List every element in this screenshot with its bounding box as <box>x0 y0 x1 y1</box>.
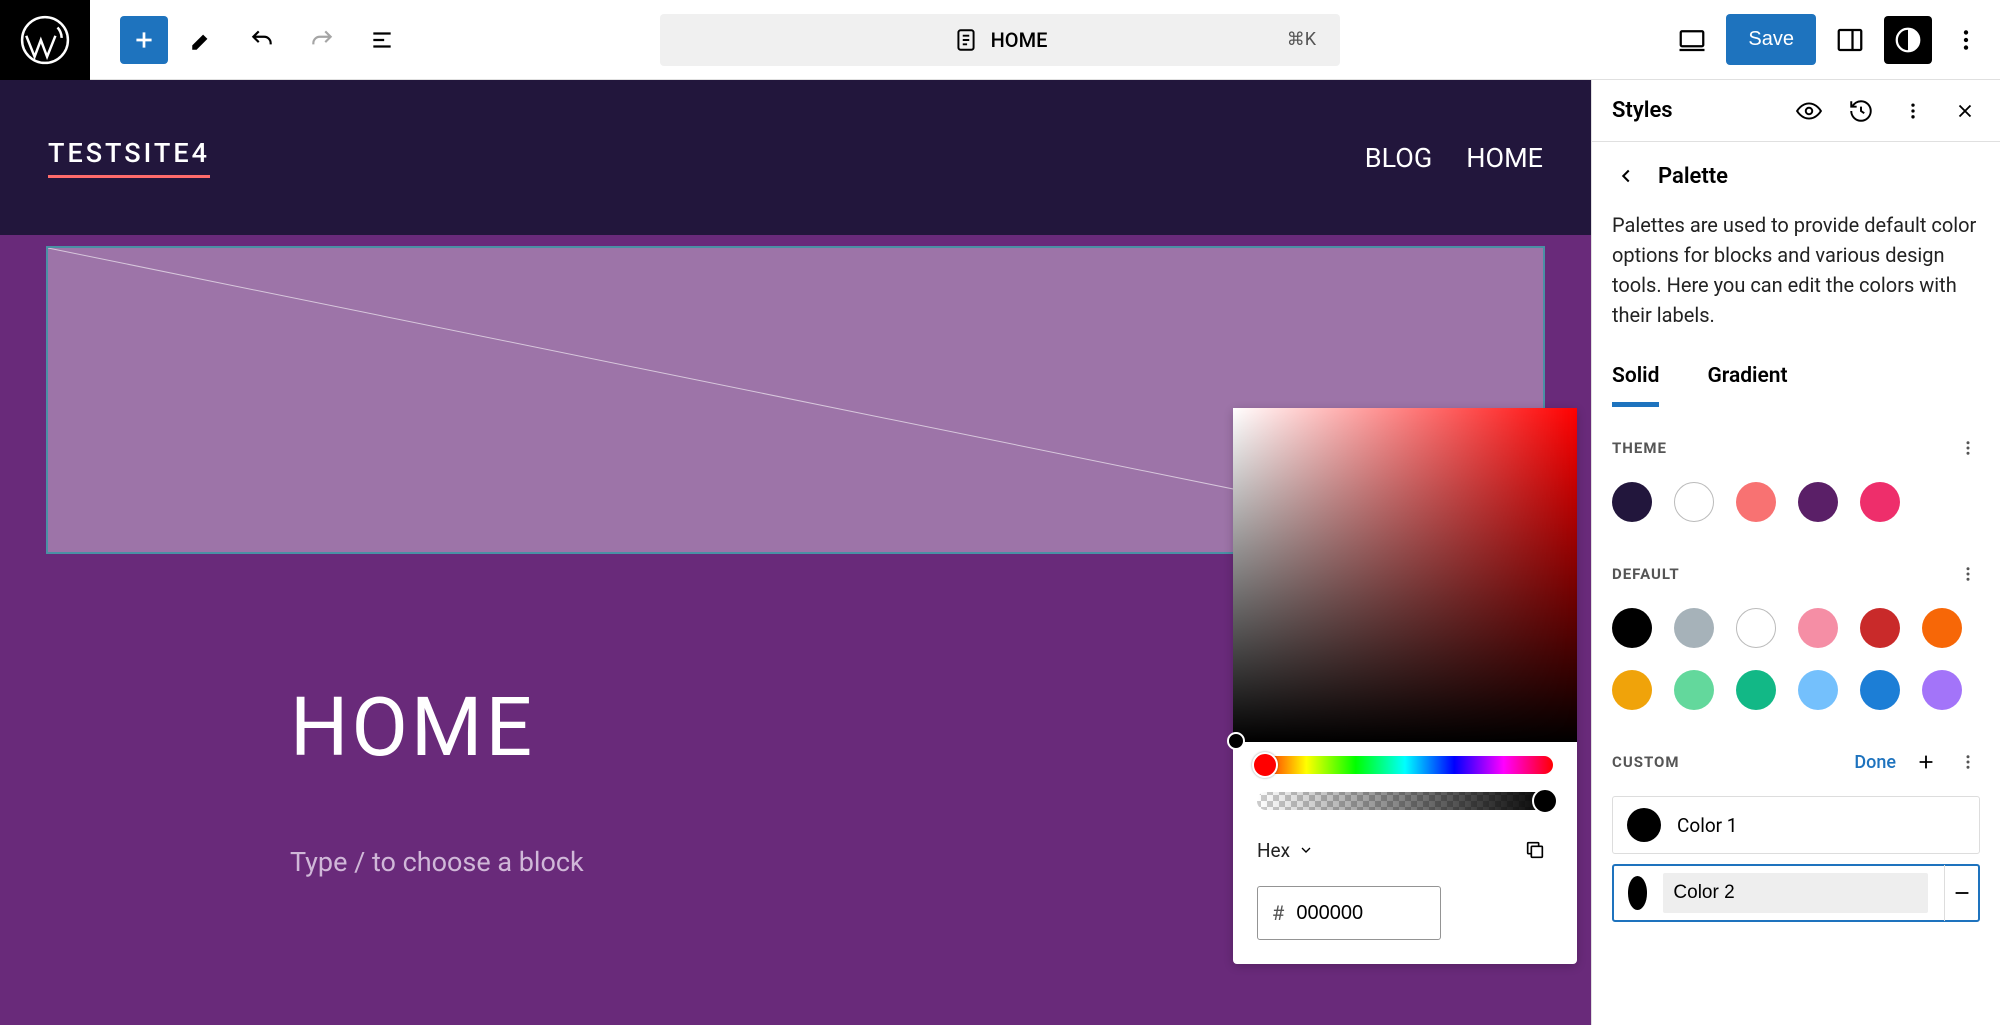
custom-color-row[interactable]: Color 1 <box>1612 796 1980 854</box>
default-swatch[interactable] <box>1860 608 1900 648</box>
chevron-down-icon <box>1298 842 1314 858</box>
document-overview-button[interactable] <box>358 16 406 64</box>
default-swatch[interactable] <box>1736 608 1776 648</box>
default-swatch[interactable] <box>1612 670 1652 710</box>
add-custom-color-button[interactable] <box>1914 750 1938 774</box>
alpha-slider[interactable] <box>1257 792 1553 810</box>
editor-canvas[interactable]: TESTSITE4 BLOG HOME HOME Type / to choos… <box>0 80 1591 1025</box>
redo-button[interactable] <box>298 16 346 64</box>
revisions-button[interactable] <box>1846 96 1876 126</box>
default-swatch[interactable] <box>1674 608 1714 648</box>
hex-input[interactable] <box>1296 902 1396 925</box>
close-sidebar-button[interactable] <box>1950 96 1980 126</box>
theme-swatch[interactable] <box>1860 482 1900 522</box>
document-bar[interactable]: HOME ⌘K <box>660 14 1340 66</box>
color-saturation-field[interactable] <box>1233 408 1577 742</box>
custom-done-button[interactable]: Done <box>1854 752 1896 773</box>
theme-swatch[interactable] <box>1798 482 1838 522</box>
theme-more-menu[interactable] <box>1956 436 1980 460</box>
top-toolbar: HOME ⌘K Save <box>0 0 2000 80</box>
panel-crumb: Palette <box>1658 164 1728 189</box>
default-swatch[interactable] <box>1922 608 1962 648</box>
custom-color-name: Color 1 <box>1677 814 1738 837</box>
document-title: HOME <box>991 28 1048 52</box>
custom-more-menu[interactable] <box>1956 750 1980 774</box>
site-title[interactable]: TESTSITE4 <box>48 137 210 178</box>
save-button[interactable]: Save <box>1726 14 1816 65</box>
alpha-thumb[interactable] <box>1532 788 1558 814</box>
theme-swatch[interactable] <box>1674 482 1714 522</box>
tab-gradient[interactable]: Gradient <box>1707 350 1787 407</box>
undo-button[interactable] <box>238 16 286 64</box>
custom-swatch[interactable] <box>1628 876 1647 910</box>
theme-swatch[interactable] <box>1612 482 1652 522</box>
default-swatch[interactable] <box>1860 670 1900 710</box>
default-swatch[interactable] <box>1674 670 1714 710</box>
copy-color-button[interactable] <box>1517 832 1553 868</box>
palette-tabs: Solid Gradient <box>1592 350 2000 408</box>
custom-color-name-input[interactable] <box>1663 873 1928 913</box>
remove-custom-color-button[interactable] <box>1944 865 1978 921</box>
default-more-menu[interactable] <box>1956 562 1980 586</box>
hex-input-wrapper: # <box>1257 886 1441 940</box>
back-button[interactable] <box>1612 162 1640 190</box>
section-custom-label: CUSTOM <box>1612 753 1680 771</box>
default-swatch[interactable] <box>1922 670 1962 710</box>
view-desktop-button[interactable] <box>1668 16 1716 64</box>
custom-swatch[interactable] <box>1627 808 1661 842</box>
section-default-label: DEFAULT <box>1612 565 1680 583</box>
wordpress-logo[interactable] <box>0 0 90 80</box>
edit-mode-button[interactable] <box>178 16 226 64</box>
nav-item-blog[interactable]: BLOG <box>1365 142 1432 174</box>
theme-swatch[interactable] <box>1736 482 1776 522</box>
panel-description: Palettes are used to provide default col… <box>1592 210 2000 350</box>
hue-thumb[interactable] <box>1252 752 1278 778</box>
nav-item-home[interactable]: HOME <box>1466 142 1543 174</box>
styles-sidebar: Styles Palette Palettes are used to prov… <box>1591 80 2000 1025</box>
site-navigation: BLOG HOME <box>1365 142 1543 174</box>
color-picker-popover: Hex # <box>1233 408 1577 964</box>
page-icon <box>953 27 979 53</box>
hue-slider[interactable] <box>1257 756 1553 774</box>
site-header: TESTSITE4 BLOG HOME <box>0 80 1591 235</box>
section-theme-label: THEME <box>1612 439 1667 457</box>
add-block-button[interactable] <box>120 16 168 64</box>
color-format-select[interactable]: Hex <box>1257 839 1314 862</box>
default-swatch[interactable] <box>1798 608 1838 648</box>
color-field-thumb[interactable] <box>1227 732 1245 750</box>
more-menu-button[interactable] <box>1942 16 1990 64</box>
settings-panel-toggle[interactable] <box>1826 16 1874 64</box>
custom-color-row[interactable] <box>1612 864 1980 922</box>
sidebar-title: Styles <box>1612 98 1673 123</box>
page-heading[interactable]: HOME <box>290 680 584 776</box>
block-appender-prompt[interactable]: Type / to choose a block <box>290 846 584 878</box>
command-palette-shortcut: ⌘K <box>1287 29 1316 50</box>
stylebook-button[interactable] <box>1794 96 1824 126</box>
styles-more-menu[interactable] <box>1898 96 1928 126</box>
tab-solid[interactable]: Solid <box>1612 350 1659 407</box>
default-swatch[interactable] <box>1612 608 1652 648</box>
default-swatch[interactable] <box>1798 670 1838 710</box>
default-swatch[interactable] <box>1736 670 1776 710</box>
styles-panel-toggle[interactable] <box>1884 16 1932 64</box>
hex-hash: # <box>1272 901 1284 925</box>
